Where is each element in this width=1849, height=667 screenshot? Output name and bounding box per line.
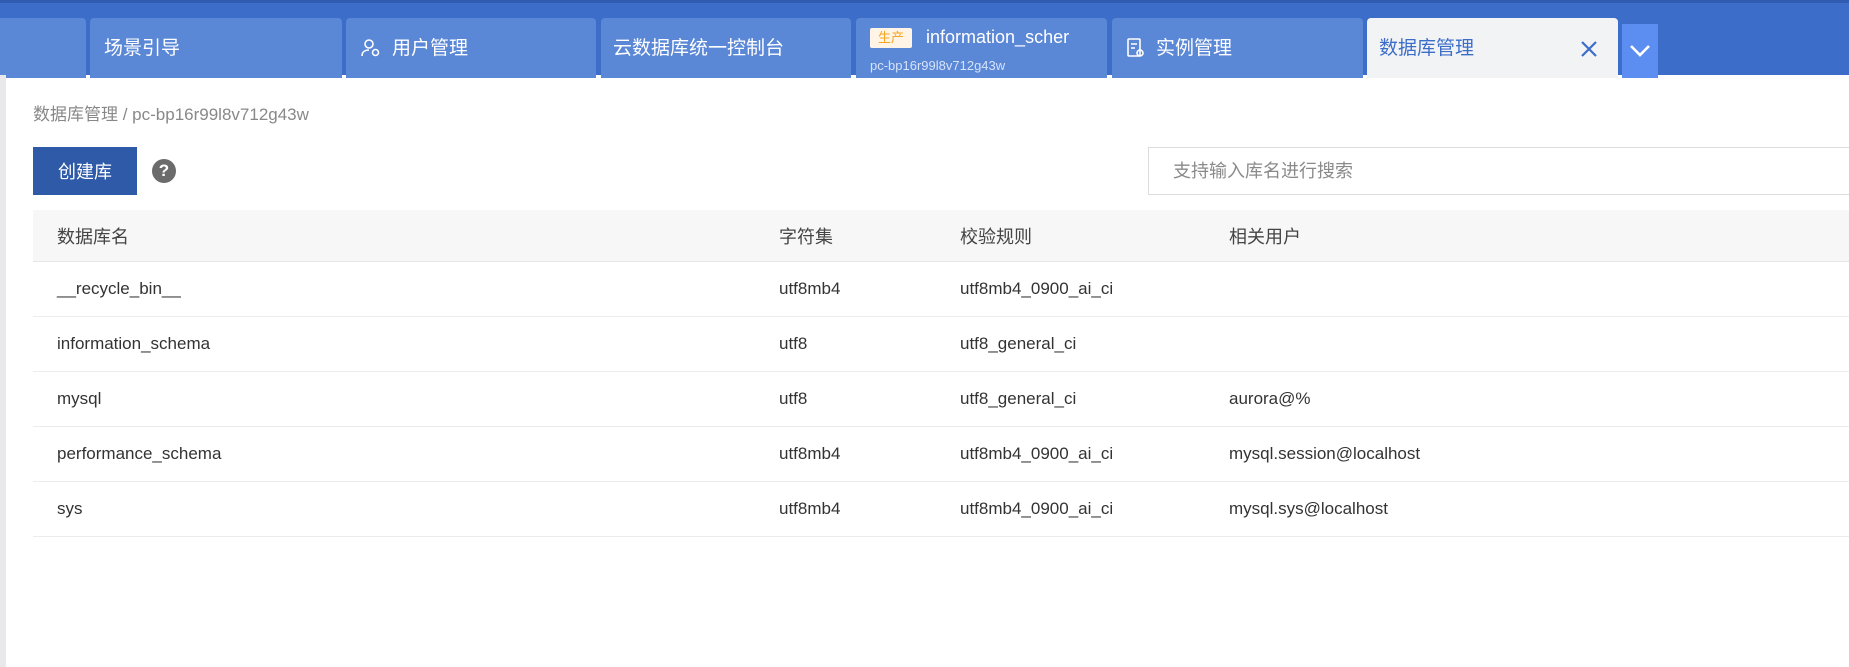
database-settings-icon	[1126, 37, 1146, 59]
chevron-down-icon	[1629, 44, 1651, 58]
tab-instance-id: pc-bp16r99l8v712g43w	[870, 58, 1006, 73]
tab-label: 数据库管理	[1379, 37, 1475, 59]
cell-collation: utf8mb4_0900_ai_ci	[960, 279, 1114, 298]
user-gear-icon	[360, 37, 382, 59]
cell-collation: utf8_general_ci	[960, 389, 1077, 408]
cell-db-name: mysql	[57, 389, 102, 408]
table-row[interactable]: __recycle_bin__ utf8mb4 utf8mb4_0900_ai_…	[33, 262, 1849, 317]
table-row[interactable]: information_schema utf8 utf8_general_ci	[33, 317, 1849, 372]
column-header-charset: 字符集	[779, 226, 833, 247]
tab-user-management[interactable]: 用户管理	[346, 18, 596, 78]
tab-cloud-db-console[interactable]: 云数据库统一控制台	[601, 18, 851, 78]
column-header-users: 相关用户	[1229, 226, 1301, 247]
question-circle-icon[interactable]: ?	[152, 159, 176, 183]
tab-instance-management[interactable]: 实例管理	[1112, 18, 1363, 78]
tab-label: 场景引导	[104, 37, 181, 59]
column-header-collation: 校验规则	[960, 226, 1032, 247]
env-badge-production: 生产	[870, 28, 913, 48]
cell-charset: utf8	[779, 334, 808, 353]
cell-users: mysql.session@localhost	[1229, 444, 1421, 463]
tab-information-schema[interactable]: 生产 information_scher pc-bp16r99l8v712g43…	[856, 18, 1107, 78]
cell-db-name: information_schema	[57, 334, 211, 353]
cell-collation: utf8_general_ci	[960, 334, 1077, 353]
column-header-db-name: 数据库名	[57, 226, 129, 247]
table-row[interactable]: sys utf8mb4 utf8mb4_0900_ai_ci mysql.sys…	[33, 482, 1849, 537]
table-row[interactable]: mysql utf8 utf8_general_ci aurora@%	[33, 372, 1849, 427]
tab-unlabeled[interactable]	[0, 18, 86, 78]
tab-scene-guide[interactable]: 场景引导	[90, 18, 342, 78]
tab-database-management[interactable]: 数据库管理	[1367, 18, 1618, 78]
cell-collation: utf8mb4_0900_ai_ci	[960, 499, 1114, 518]
database-table: 数据库名 字符集 校验规则 相关用户 __recycle_bin__ utf8m…	[33, 210, 1849, 537]
cell-db-name: sys	[57, 499, 83, 518]
cell-db-name: performance_schema	[57, 444, 222, 463]
tab-label: 云数据库统一控制台	[613, 37, 785, 59]
cell-charset: utf8mb4	[779, 499, 841, 518]
cell-users: mysql.sys@localhost	[1229, 499, 1388, 518]
search-input[interactable]	[1148, 147, 1849, 195]
table-row[interactable]: performance_schema utf8mb4 utf8mb4_0900_…	[33, 427, 1849, 482]
cell-charset: utf8	[779, 389, 808, 408]
close-icon[interactable]	[1578, 38, 1600, 60]
cell-db-name: __recycle_bin__	[57, 279, 181, 298]
tab-label: 实例管理	[1156, 37, 1233, 59]
cell-charset: utf8mb4	[779, 279, 841, 298]
tab-label: 用户管理	[392, 37, 469, 59]
cell-charset: utf8mb4	[779, 444, 841, 463]
tab-label: information_scher	[926, 27, 1070, 47]
cell-collation: utf8mb4_0900_ai_ci	[960, 444, 1114, 463]
create-database-button[interactable]: 创建库	[33, 147, 137, 195]
tab-more-button[interactable]	[1622, 24, 1658, 78]
table-header: 数据库名 字符集 校验规则 相关用户	[33, 210, 1849, 262]
breadcrumb: 数据库管理 / pc-bp16r99l8v712g43w	[33, 105, 309, 124]
left-edge	[0, 75, 6, 667]
cell-users: aurora@%	[1229, 389, 1311, 408]
tab-bar: 场景引导 用户管理 云数据库统一控制台 生产 information_scher…	[0, 0, 1849, 78]
